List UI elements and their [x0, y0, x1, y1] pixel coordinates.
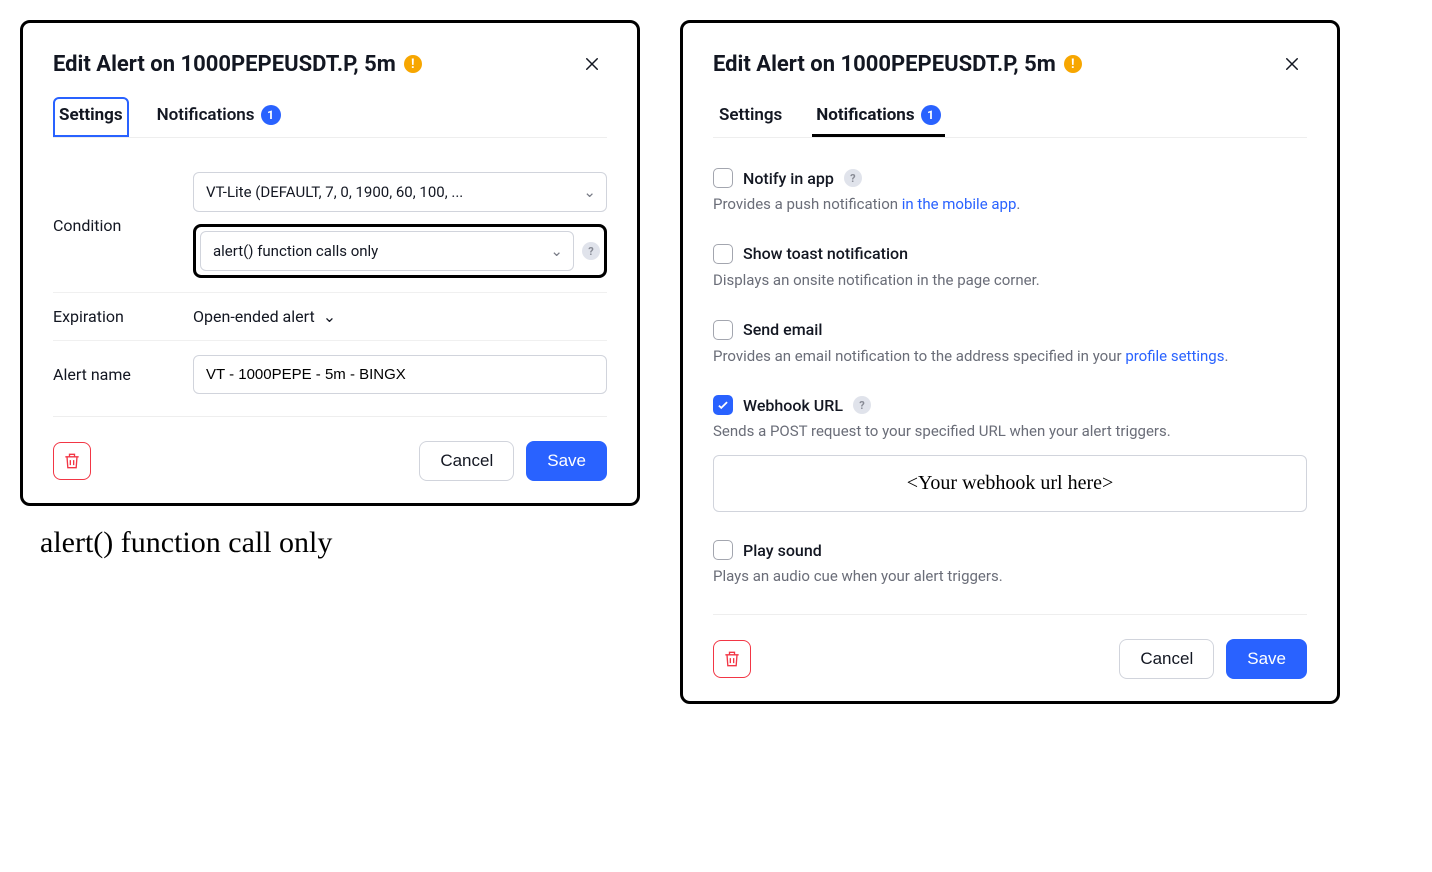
show-toast-description: Displays an onsite notification in the p… — [713, 270, 1307, 292]
dialog-footer: Cancel Save — [53, 423, 607, 481]
close-icon — [583, 54, 601, 74]
mobile-app-link[interactable]: in the mobile app — [902, 195, 1017, 213]
condition-row: Condition VT-Lite (DEFAULT, 7, 0, 1900, … — [53, 158, 607, 293]
tab-settings-label: Settings — [59, 105, 123, 125]
notify-in-app-checkbox[interactable] — [713, 168, 733, 188]
notify-in-app-group: Notify in app ? Provides a push notifica… — [713, 158, 1307, 234]
edit-alert-settings-panel: Edit Alert on 1000PEPEUSDT.P, 5m ! Setti… — [20, 20, 640, 506]
tab-notifications[interactable]: Notifications 1 — [151, 97, 287, 137]
tab-notifications[interactable]: Notifications 1 — [810, 97, 946, 137]
dialog-footer: Cancel Save — [713, 621, 1307, 679]
expiration-value: Open-ended alert — [193, 307, 315, 326]
expiration-label: Expiration — [53, 307, 173, 326]
trash-icon — [722, 649, 742, 669]
cancel-button[interactable]: Cancel — [1119, 639, 1214, 679]
close-button[interactable] — [1277, 49, 1307, 79]
trash-icon — [62, 451, 82, 471]
warning-icon: ! — [1064, 55, 1082, 73]
play-sound-group: Play sound Plays an audio cue when your … — [713, 530, 1307, 606]
tabs: Settings Notifications 1 — [53, 97, 607, 138]
alert-name-row: Alert name — [53, 341, 607, 408]
warning-icon: ! — [404, 55, 422, 73]
send-email-group: Send email Provides an email notificatio… — [713, 310, 1307, 386]
condition-label: Condition — [53, 216, 173, 235]
show-toast-checkbox[interactable] — [713, 244, 733, 264]
play-sound-label: Play sound — [743, 541, 822, 560]
show-toast-group: Show toast notification Displays an onsi… — [713, 234, 1307, 310]
handwritten-note: alert() function call only — [40, 526, 640, 560]
condition-select-secondary[interactable]: alert() function calls only ⌄ — [200, 231, 574, 271]
webhook-description: Sends a POST request to your specified U… — [713, 421, 1307, 443]
save-button[interactable]: Save — [1226, 639, 1307, 679]
webhook-group: Webhook URL ? Sends a POST request to yo… — [713, 385, 1307, 530]
profile-settings-link[interactable]: profile settings — [1125, 347, 1224, 365]
tab-settings[interactable]: Settings — [713, 97, 788, 137]
cancel-button[interactable]: Cancel — [419, 441, 514, 481]
chevron-down-icon: ⌄ — [550, 242, 563, 260]
show-toast-label: Show toast notification — [743, 244, 908, 263]
send-email-description: Provides an email notification to the ad… — [713, 346, 1307, 368]
chevron-down-icon: ⌄ — [323, 307, 336, 326]
notifications-badge: 1 — [261, 105, 281, 125]
expiration-select[interactable]: Open-ended alert ⌄ — [193, 307, 336, 326]
play-sound-description: Plays an audio cue when your alert trigg… — [713, 566, 1307, 588]
help-icon[interactable]: ? — [844, 169, 862, 187]
edit-alert-notifications-panel: Edit Alert on 1000PEPEUSDT.P, 5m ! Setti… — [680, 20, 1340, 704]
webhook-checkbox[interactable] — [713, 395, 733, 415]
dialog-title: Edit Alert on 1000PEPEUSDT.P, 5m — [713, 52, 1056, 77]
condition-secondary-callout: alert() function calls only ⌄ ? — [193, 224, 607, 278]
dialog-title: Edit Alert on 1000PEPEUSDT.P, 5m — [53, 52, 396, 77]
notify-in-app-description: Provides a push notification in the mobi… — [713, 194, 1307, 216]
condition-select-primary-value: VT-Lite (DEFAULT, 7, 0, 1900, 60, 100, .… — [206, 183, 463, 201]
close-icon — [1283, 54, 1301, 74]
tab-notifications-label: Notifications — [816, 105, 914, 125]
tab-settings-label: Settings — [719, 105, 782, 125]
send-email-checkbox[interactable] — [713, 320, 733, 340]
delete-button[interactable] — [713, 640, 751, 678]
notify-in-app-label: Notify in app — [743, 169, 834, 188]
tab-notifications-label: Notifications — [157, 105, 255, 125]
alert-name-input[interactable] — [193, 355, 607, 394]
chevron-down-icon: ⌄ — [583, 183, 596, 201]
notifications-badge: 1 — [921, 105, 941, 125]
condition-select-primary[interactable]: VT-Lite (DEFAULT, 7, 0, 1900, 60, 100, .… — [193, 172, 607, 212]
tab-settings[interactable]: Settings — [53, 97, 129, 137]
help-icon[interactable]: ? — [582, 242, 600, 260]
check-icon — [716, 398, 730, 412]
save-button[interactable]: Save — [526, 441, 607, 481]
tabs: Settings Notifications 1 — [713, 97, 1307, 138]
play-sound-checkbox[interactable] — [713, 540, 733, 560]
webhook-url-input[interactable] — [713, 455, 1307, 512]
help-icon[interactable]: ? — [853, 396, 871, 414]
alert-name-label: Alert name — [53, 365, 173, 384]
send-email-label: Send email — [743, 320, 822, 339]
webhook-label: Webhook URL — [743, 396, 843, 415]
condition-select-secondary-value: alert() function calls only — [213, 242, 378, 260]
expiration-row: Expiration Open-ended alert ⌄ — [53, 293, 607, 341]
close-button[interactable] — [577, 49, 607, 79]
delete-button[interactable] — [53, 442, 91, 480]
